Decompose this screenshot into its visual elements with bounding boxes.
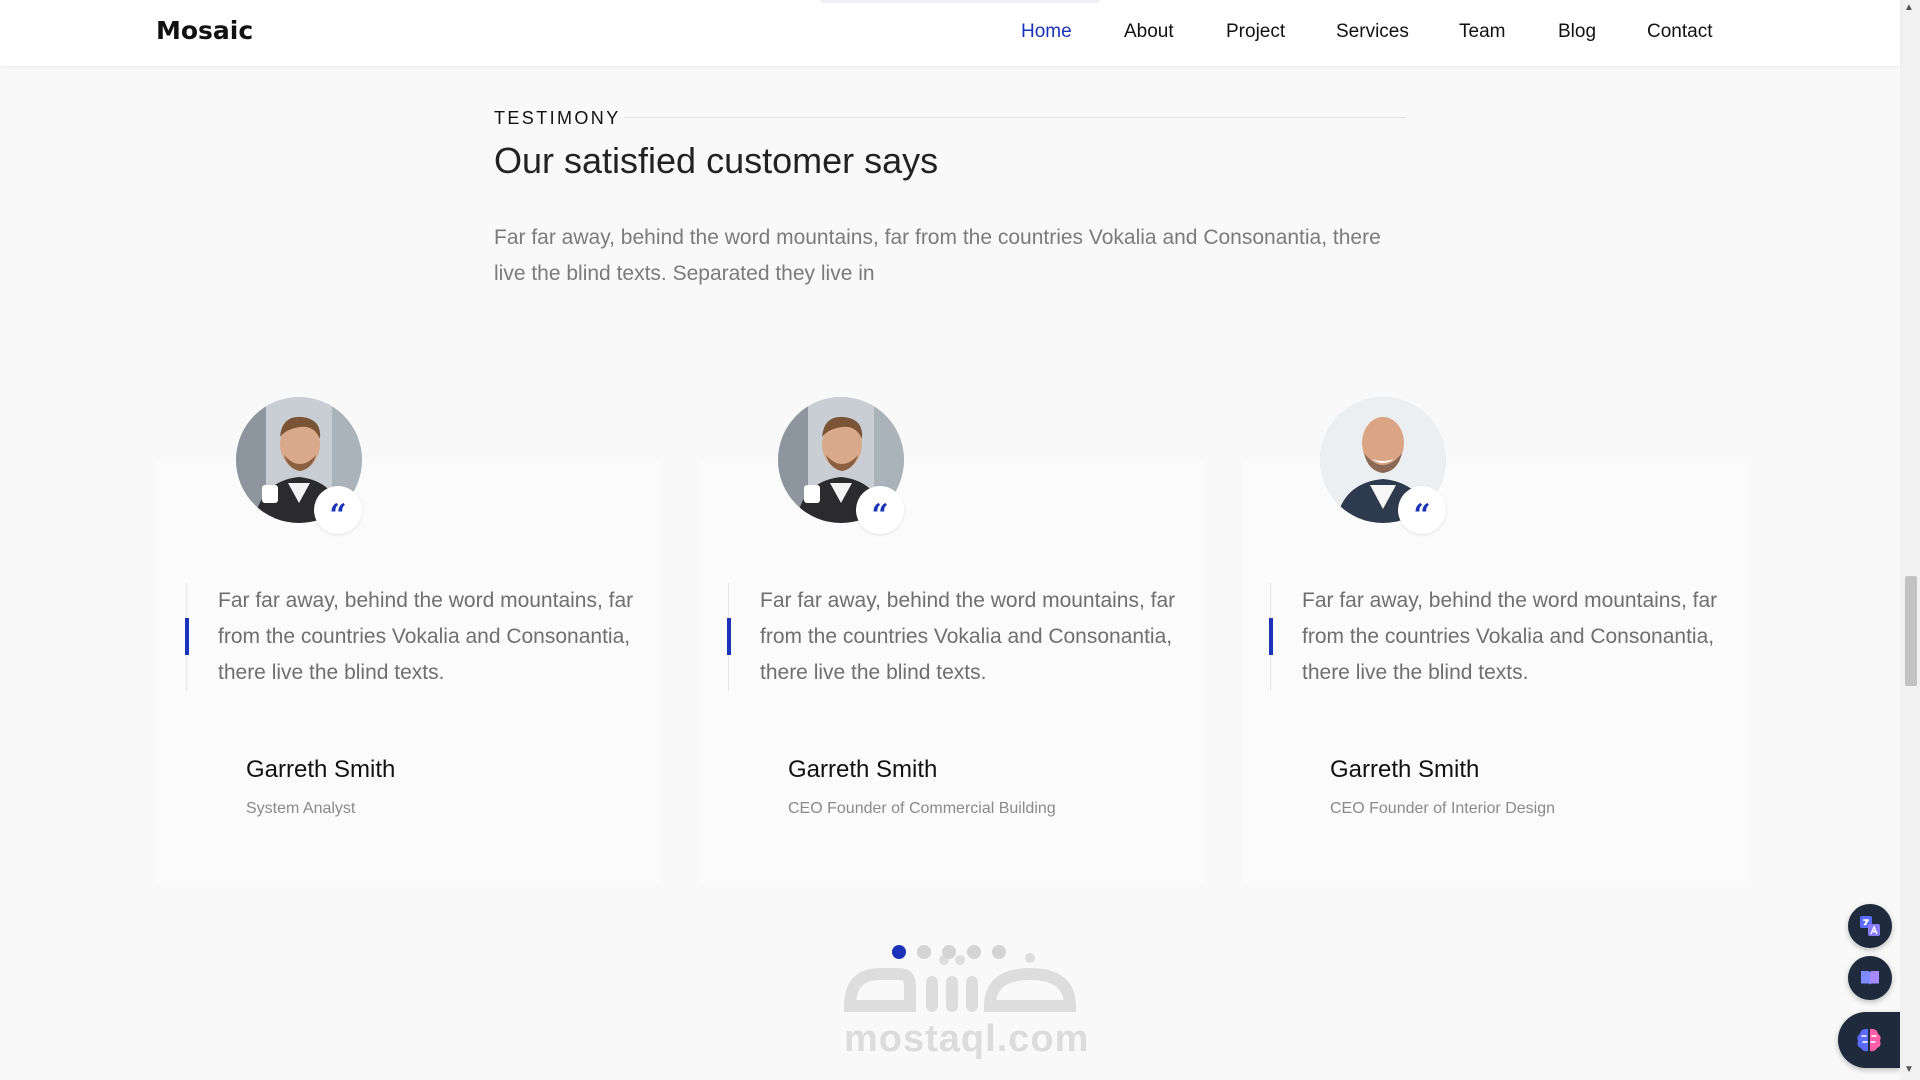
reader-button[interactable] bbox=[1848, 956, 1892, 1000]
testimonial-role: CEO Founder of Commercial Building bbox=[788, 800, 1056, 817]
page-scrollbar[interactable]: ▲ ▼ bbox=[1900, 0, 1920, 1080]
quote-accent-bar bbox=[185, 618, 189, 655]
scroll-up-icon[interactable]: ▲ bbox=[1904, 2, 1914, 13]
carousel-dot[interactable] bbox=[892, 945, 906, 959]
watermark-text: mostaql.com bbox=[844, 1018, 1090, 1060]
nav-link-about[interactable]: About bbox=[1124, 21, 1174, 43]
top-navbar: Mosaic Home About Project Services Team … bbox=[0, 0, 1900, 66]
section-eyebrow-divider bbox=[624, 117, 1406, 118]
carousel-dot[interactable] bbox=[917, 945, 931, 959]
reader-icon bbox=[1861, 971, 1879, 985]
translate-icon bbox=[1860, 916, 1880, 936]
scroll-down-icon[interactable]: ▼ bbox=[1904, 1064, 1914, 1075]
brain-icon bbox=[1857, 1028, 1881, 1052]
section-eyebrow-label: TESTIMONY bbox=[494, 108, 621, 128]
testimonial-name: Garreth Smith bbox=[788, 756, 938, 783]
nav-link-project[interactable]: Project bbox=[1226, 21, 1285, 43]
testimonial-role: CEO Founder of Interior Design bbox=[1330, 800, 1555, 817]
nav-link-home[interactable]: Home bbox=[1021, 21, 1072, 43]
quote-icon: “ bbox=[314, 486, 362, 534]
testimonial-name: Garreth Smith bbox=[1330, 756, 1480, 783]
quote-glyph: “ bbox=[1413, 498, 1431, 533]
quote-icon: “ bbox=[856, 486, 904, 534]
navbar-notch bbox=[820, 0, 1100, 3]
testimonial-quote: Far far away, behind the word mountains,… bbox=[1302, 589, 1718, 684]
translate-button[interactable] bbox=[1848, 904, 1892, 948]
carousel-dot[interactable] bbox=[967, 945, 981, 959]
scrollbar-thumb[interactable] bbox=[1905, 576, 1917, 686]
section-title: Our satisfied customer says bbox=[494, 140, 939, 181]
carousel-dot[interactable] bbox=[992, 945, 1006, 959]
section-description: Far far away, behind the word mountains,… bbox=[494, 226, 1381, 285]
testimonial-quote: Far far away, behind the word mountains,… bbox=[760, 589, 1176, 684]
nav-link-services[interactable]: Services bbox=[1336, 21, 1409, 43]
assistant-button[interactable] bbox=[1838, 1012, 1900, 1068]
quote-accent-bar bbox=[727, 618, 731, 655]
nav-link-blog[interactable]: Blog bbox=[1558, 21, 1596, 43]
testimonial-role: System Analyst bbox=[246, 800, 356, 817]
nav-link-contact[interactable]: Contact bbox=[1647, 21, 1712, 43]
quote-accent-bar bbox=[1269, 618, 1273, 655]
testimonial-name: Garreth Smith bbox=[246, 756, 396, 783]
testimonial-quote: Far far away, behind the word mountains,… bbox=[218, 589, 634, 684]
section-eyebrow: TESTIMONY bbox=[494, 106, 1406, 130]
quote-glyph: “ bbox=[329, 498, 347, 533]
nav-link-team[interactable]: Team bbox=[1459, 21, 1505, 43]
quote-icon: “ bbox=[1398, 486, 1446, 534]
carousel-dot[interactable] bbox=[942, 945, 956, 959]
brand-logo[interactable]: Mosaic bbox=[156, 16, 253, 45]
watermark-logo bbox=[843, 953, 1077, 1012]
quote-glyph: “ bbox=[871, 498, 889, 533]
